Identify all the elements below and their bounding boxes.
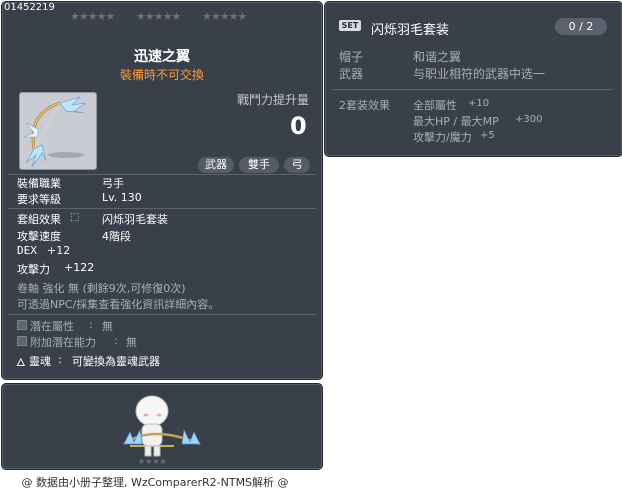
job-label: 裝備職業 <box>17 177 61 190</box>
bow-icon <box>23 96 87 168</box>
bonus-potential-label: 附加潛在能力 <box>30 336 96 349</box>
potential-label: 潛在屬性 <box>30 320 74 333</box>
divider <box>8 314 316 315</box>
potential-value: 無 <box>102 320 113 333</box>
set-effect-value: +10 <box>468 98 490 109</box>
set-effect-tier-label: 2套装效果 <box>339 99 390 112</box>
item-icon-frame <box>19 92 97 170</box>
power-increase-label: 戰鬥力提升量 <box>237 93 310 107</box>
set-effect-value: 闪烁羽毛套装 <box>102 213 168 226</box>
set-effect-name: 全部屬性 <box>413 99 457 112</box>
attack-speed-value: 4階段 <box>102 230 131 243</box>
soul-value: 可變換為靈魂武器 <box>72 355 160 368</box>
item-tooltip-panel: 01452219 ★★★★★ ★★★★★ ★★★★★ 迅速之翼 裝備時不可交換 … <box>1 1 323 380</box>
soul-flame-icon: 🜂 <box>16 356 26 369</box>
tag-weapon: 武器 <box>198 157 234 173</box>
set-name: 闪烁羽毛套装 <box>371 23 450 38</box>
bonus-potential-bullet-icon <box>17 336 27 346</box>
character-preview-panel: ★★★★ <box>1 383 323 470</box>
level-value: Lv. 130 <box>102 191 142 204</box>
set-badge: SET <box>339 20 361 31</box>
attack-speed-label: 攻擊速度 <box>17 230 61 243</box>
set-effect-name: 最大HP / 最大MP <box>413 115 499 128</box>
attack-value: +122 <box>64 261 95 274</box>
star-group: ★★★★★ <box>202 10 247 23</box>
potential-bullet-icon <box>17 320 27 330</box>
divider <box>8 208 316 209</box>
level-label: 要求等級 <box>17 193 61 206</box>
attack-label: 攻擊力 <box>17 263 50 276</box>
soul-colon: : <box>58 353 62 366</box>
set-effect-value: +5 <box>480 130 495 141</box>
set-effect-name: 攻擊力/魔力 <box>413 131 472 144</box>
bonus-potential-colon: : <box>114 334 118 347</box>
set-effect-label: 套組效果 <box>17 213 61 226</box>
star-group: ★★★★★ <box>136 10 181 23</box>
bonus-potential-value: 無 <box>126 336 137 349</box>
set-item-name: 帽子 <box>339 50 364 64</box>
untradeable-notice: 裝備時不可交換 <box>119 68 204 82</box>
potential-colon: : <box>89 318 93 331</box>
divider <box>333 89 613 90</box>
tag-bow: 弓 <box>284 157 310 173</box>
dex-label: DEX <box>17 244 37 257</box>
set-effect-panel: SET 闪烁羽毛套装 0 / 2 帽子 和谐之翼 武器 与职业相符的武器中选一 … <box>324 1 622 157</box>
soul-label: 靈魂 <box>29 355 51 368</box>
set-item-value: 与职业相符的武器中选一 <box>413 67 546 81</box>
star-group: ★★★★★ <box>70 10 115 23</box>
set-count: 0 / 2 <box>555 18 607 35</box>
set-info-icon[interactable]: ⬚ <box>70 212 79 223</box>
tag-two-handed: 雙手 <box>239 157 279 173</box>
set-item-name: 武器 <box>339 67 364 81</box>
item-name: 迅速之翼 <box>134 49 190 65</box>
svg-text:★★★★: ★★★★ <box>138 457 167 466</box>
set-effect-value: +300 <box>515 114 543 125</box>
power-increase-value: 0 <box>290 112 307 140</box>
character-preview-image: ★★★★ <box>123 395 201 466</box>
job-value: 弓手 <box>102 177 124 190</box>
scroll-enhance-text: 卷軸 強化 無 (剩餘9次,可修復0次) <box>17 282 186 295</box>
set-item-value: 和谐之翼 <box>413 50 462 64</box>
item-id: 01452219 <box>4 2 55 13</box>
dex-value: +12 <box>47 244 71 257</box>
npc-info-text: 可透過NPC/採集查看強化資訊詳細內容。 <box>17 298 220 311</box>
